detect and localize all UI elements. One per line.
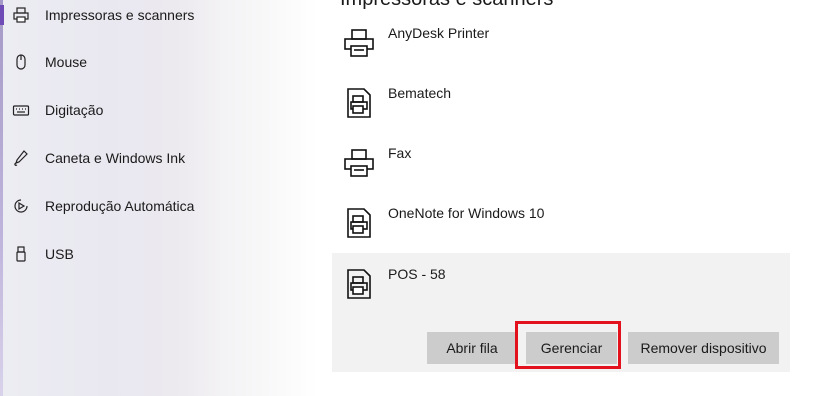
keyboard-icon: [12, 101, 30, 119]
printer-icon: [342, 146, 376, 180]
sidebar-item-printers[interactable]: Impressoras e scanners: [0, 0, 318, 37]
usb-icon: [12, 245, 30, 263]
printer-item-onenote[interactable]: OneNote for Windows 10: [332, 192, 790, 252]
manage-button[interactable]: Gerenciar: [526, 332, 617, 364]
sidebar-item-label: USB: [45, 246, 74, 262]
sidebar-item-pen[interactable]: Caneta e Windows Ink: [0, 136, 318, 180]
printer-name: Fax: [388, 145, 412, 161]
printer-document-icon: [342, 267, 376, 301]
sidebar: Impressoras e scanners Mouse Digitação C…: [0, 0, 318, 396]
printer-item-bematech[interactable]: Bematech: [332, 72, 790, 132]
remove-device-button[interactable]: Remover dispositivo: [628, 332, 779, 364]
printer-item-fax[interactable]: Fax: [332, 132, 790, 192]
printer-name: OneNote for Windows 10: [388, 205, 545, 221]
printer-name: POS - 58: [388, 266, 446, 282]
sidebar-item-label: Reprodução Automática: [45, 198, 195, 214]
sidebar-item-label: Caneta e Windows Ink: [45, 150, 186, 166]
selection-indicator: [0, 5, 4, 25]
printer-name: AnyDesk Printer: [388, 25, 490, 41]
sidebar-item-typing[interactable]: Digitação: [0, 88, 318, 132]
pen-icon: [12, 149, 30, 167]
printer-document-icon: [342, 86, 376, 120]
mouse-icon: [12, 53, 30, 71]
printer-document-icon: [342, 206, 376, 240]
printer-item-anydesk[interactable]: AnyDesk Printer: [332, 12, 790, 72]
sidebar-item-mouse[interactable]: Mouse: [0, 40, 318, 84]
page-title: Impressoras e scanners: [340, 0, 553, 11]
printer-name: Bematech: [388, 85, 452, 101]
sidebar-item-usb[interactable]: USB: [0, 232, 318, 276]
printer-icon: [12, 6, 30, 24]
sidebar-item-label: Digitação: [45, 102, 104, 118]
autoplay-icon: [12, 197, 30, 215]
sidebar-item-label: Impressoras e scanners: [45, 7, 195, 23]
open-queue-button[interactable]: Abrir fila: [427, 332, 517, 364]
printer-icon: [342, 26, 376, 60]
sidebar-item-label: Mouse: [45, 54, 88, 70]
sidebar-item-autoplay[interactable]: Reprodução Automática: [0, 184, 318, 228]
